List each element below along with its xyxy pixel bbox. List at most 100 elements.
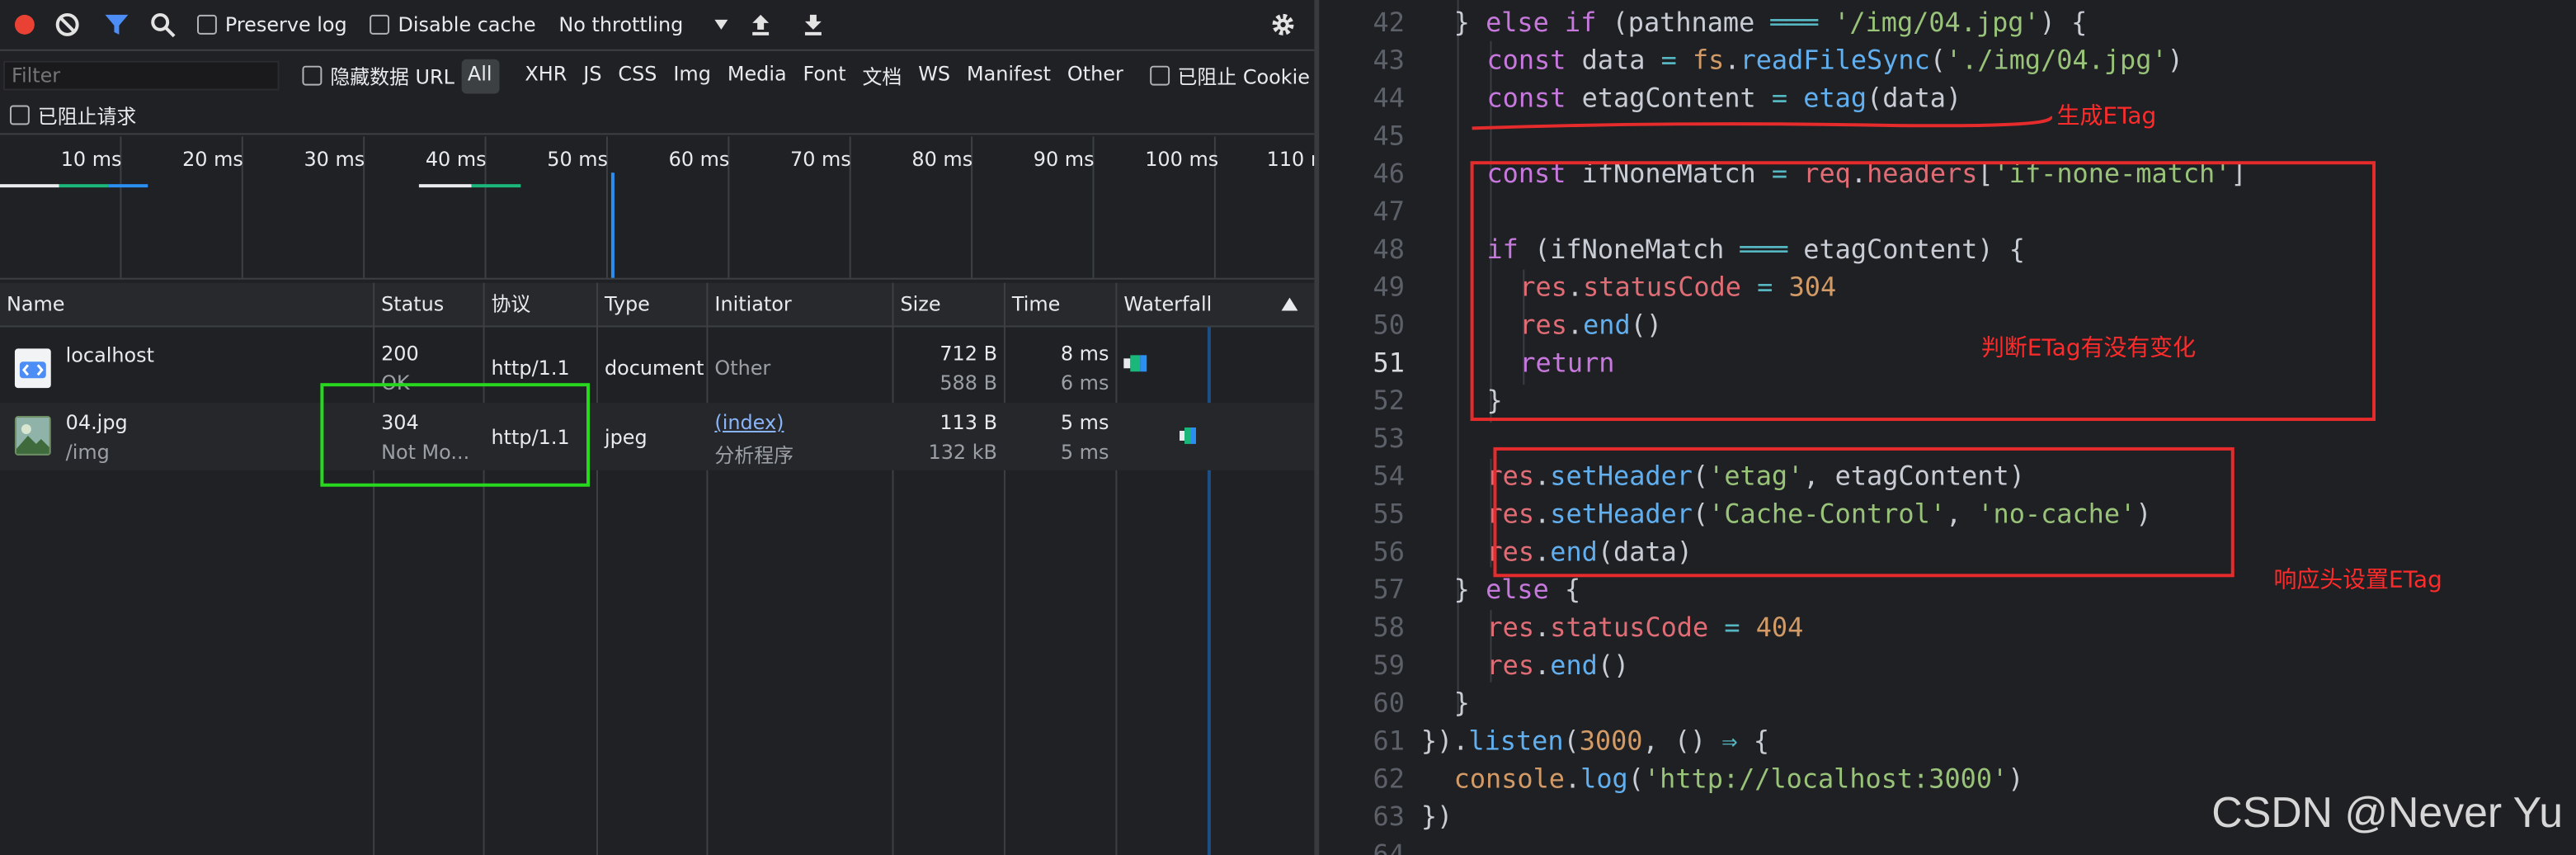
table-row[interactable]: 04.jpg /img 304 Not Mo... http/1.1 jpeg … [0, 403, 1315, 470]
filter-toggle-button[interactable] [99, 7, 135, 43]
line-number: 52 [1373, 385, 1405, 417]
timeline-tick-label: 70 ms [790, 148, 851, 172]
sort-ascending-icon[interactable] [1281, 297, 1298, 311]
type-filter-css[interactable]: CSS [611, 59, 663, 93]
throttling-select[interactable]: No throttling [558, 13, 729, 36]
code-token: fs [1692, 44, 1725, 76]
code-token: ( [1612, 6, 1628, 38]
line-number: 49 [1373, 271, 1405, 303]
code-token: res [1486, 612, 1535, 643]
code-token: ) [1945, 82, 1962, 114]
code-token: data [1581, 44, 1646, 76]
code-token: ( [1563, 725, 1580, 757]
type-filter-media[interactable]: Media [721, 59, 794, 93]
code-token: './img/04.jpg' [1945, 44, 2168, 76]
request-initiator: Other [714, 357, 771, 380]
line-number: 53 [1373, 423, 1405, 454]
overview-bar-localhost [108, 184, 148, 188]
line-number: 56 [1373, 536, 1405, 568]
type-filter-all[interactable]: All [460, 58, 499, 93]
timeline-tick-label: 40 ms [425, 148, 487, 172]
type-filter-manifest[interactable]: Manifest [960, 59, 1057, 93]
code-token: if [1565, 6, 1597, 38]
timeline-tick-label: 90 ms [1033, 148, 1095, 172]
code-line[interactable]: 61}).listen(3000, () ⇒ { [1319, 722, 2576, 760]
type-filter-doc[interactable]: 文档 [856, 59, 909, 93]
record-button[interactable] [7, 7, 43, 43]
annotation-check-etag: 判断ETag有没有变化 [1981, 335, 2197, 362]
code-token: ) [2167, 44, 2183, 76]
waterfall-bar [1130, 355, 1141, 372]
hide-data-url-checkbox[interactable]: 隐藏数据 URL [302, 62, 454, 90]
waterfall-bar [1190, 428, 1196, 444]
clear-button[interactable] [49, 7, 86, 43]
resource-type-filters: All XHR JS CSS Img Media Font 文档 WS Mani… [460, 58, 1133, 93]
code-line[interactable]: 60} [1319, 684, 2576, 722]
column-size[interactable]: Size [893, 283, 940, 326]
record-icon [14, 14, 35, 35]
code-line[interactable]: 43 const data = fs.readFileSync('./img/04… [1319, 41, 2576, 79]
code-token: pathname [1627, 6, 1755, 38]
type-filter-js[interactable]: JS [577, 59, 608, 93]
column-protocol[interactable]: 协议 [485, 283, 531, 326]
code-token: else [1486, 574, 1549, 606]
code-line[interactable]: 58 res.statusCode = 404 [1319, 608, 2576, 646]
preserve-log-checkbox[interactable]: Preserve log [197, 13, 347, 36]
code-editor[interactable]: 42} else if (pathname ═══ '/img/04.jpg')… [1319, 0, 2576, 855]
code-line[interactable]: 42} else if (pathname ═══ '/img/04.jpg')… [1319, 3, 2576, 41]
filter-input[interactable] [2, 60, 280, 91]
export-har-button[interactable] [795, 7, 831, 43]
code-token: { [1565, 574, 1581, 606]
request-status: 200 [381, 342, 419, 366]
type-filter-other[interactable]: Other [1061, 59, 1130, 93]
request-name: localhost [65, 343, 154, 367]
code-token: ) [2008, 763, 2024, 795]
column-initiator[interactable]: Initiator [708, 283, 791, 326]
timeline-overview[interactable]: 10 ms 20 ms 30 ms 40 ms 50 ms 60 ms 70 m… [0, 136, 1315, 280]
line-number: 45 [1373, 120, 1405, 152]
code-line[interactable]: 59 res.end() [1319, 646, 2576, 684]
code-token: ⇒ [1721, 725, 1738, 757]
disable-cache-checkbox[interactable]: Disable cache [370, 13, 536, 36]
blocked-cookies-checkbox[interactable]: 已阻止 Cookie [1149, 62, 1310, 90]
code-token: else [1486, 6, 1549, 38]
timeline-tick-label: 100 ms [1145, 148, 1219, 172]
type-filter-img[interactable]: Img [666, 59, 717, 93]
timeline-tick-label: 20 ms [182, 148, 243, 172]
column-status[interactable]: Status [374, 283, 444, 326]
column-name[interactable]: Name [0, 283, 65, 326]
overview-bar-img [418, 184, 472, 188]
column-type[interactable]: Type [598, 283, 650, 326]
column-time[interactable]: Time [1005, 283, 1061, 326]
type-filter-xhr[interactable]: XHR [518, 59, 573, 93]
request-initiator-sub: 分析程序 [714, 443, 794, 467]
waterfall-bar [1184, 428, 1191, 444]
line-number: 58 [1373, 612, 1405, 643]
code-token: ( [1929, 44, 1946, 76]
code-token: ) [2039, 6, 2056, 38]
line-number: 59 [1373, 649, 1405, 681]
request-time: 5 ms [1060, 411, 1109, 434]
table-row[interactable]: localhost 200 OK http/1.1 document Other… [0, 333, 1314, 401]
code-token: = [1660, 44, 1677, 76]
line-number: 63 [1373, 801, 1405, 833]
column-waterfall[interactable]: Waterfall [1117, 283, 1212, 326]
blocked-requests-checkbox[interactable]: 已阻止请求 [9, 102, 136, 130]
line-number: 50 [1373, 309, 1405, 341]
timeline-tick-label: 110 ms [1266, 148, 1315, 172]
import-har-button[interactable] [742, 7, 779, 43]
code-token: const [1486, 82, 1566, 114]
request-initiator-link[interactable]: (index) [714, 411, 784, 434]
code-token: log [1580, 763, 1628, 795]
type-filter-font[interactable]: Font [797, 59, 853, 93]
settings-button[interactable] [1265, 7, 1302, 43]
code-token: }) [1420, 801, 1453, 833]
search-button[interactable] [144, 7, 181, 43]
timeline-tick-label: 30 ms [304, 148, 365, 172]
type-filter-ws[interactable]: WS [911, 59, 957, 93]
